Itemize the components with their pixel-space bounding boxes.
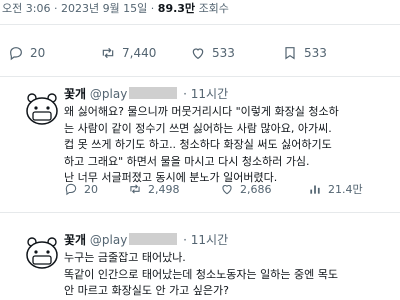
- views-icon: [310, 185, 320, 194]
- divider: [0, 76, 400, 77]
- like-icon: [222, 185, 232, 195]
- retweet-icon: [102, 47, 114, 59]
- bookmark-icon: [285, 47, 295, 60]
- reply-text: 왜 싫어해요? 물으니까 머뭇거리시다 "이렇게 화장실 청소하 는 사람이 같…: [64, 105, 339, 184]
- retweet-icon: [130, 184, 140, 194]
- divider: [0, 24, 400, 25]
- reply-button[interactable]: 20: [64, 176, 98, 202]
- handle[interactable]: @play: [90, 233, 127, 247]
- reply-count: 20: [84, 182, 98, 196]
- avatar-icon[interactable]: [22, 88, 62, 128]
- retweet-count: 7,440: [122, 46, 157, 60]
- like-button[interactable]: 533: [190, 40, 235, 66]
- handle[interactable]: @play: [90, 87, 127, 101]
- display-name[interactable]: 꽃개: [64, 233, 86, 247]
- reply-button[interactable]: 20: [8, 40, 45, 66]
- like-button[interactable]: 2,686: [220, 176, 272, 202]
- views-label: 조회수: [198, 2, 229, 15]
- reply-icon: [10, 47, 22, 61]
- main-action-bar: 20 7,440 533 533: [0, 40, 400, 66]
- tweet-meta: 오전 3:06 · 2023년 9월 15일 · 89.3만 조회수: [2, 2, 229, 15]
- retweet-button[interactable]: 7,440: [100, 40, 156, 66]
- views-button[interactable]: 21.4만: [308, 176, 363, 202]
- retweet-count: 2,498: [148, 182, 180, 196]
- redacted-handle: [129, 233, 178, 245]
- reply-time[interactable]: · 11시간: [183, 87, 228, 101]
- reply-text: 누구는 금줄잡고 태어났나. 똑같이 인간으로 태어났는데 청소노동자는 일하는…: [64, 251, 338, 297]
- reply-header: 꽃개 @play · 11시간: [64, 86, 228, 102]
- reply-action-bar: 20 2,498 2,686 21.4만: [0, 176, 400, 202]
- view-count: 21.4만: [328, 183, 363, 196]
- retweet-button[interactable]: 2,498: [128, 176, 180, 202]
- like-count: 533: [212, 46, 235, 60]
- reply-count: 20: [30, 46, 46, 60]
- reply-header: 꽃개 @play · 11시간: [64, 232, 228, 248]
- divider: [0, 212, 400, 213]
- reply-time[interactable]: · 11시간: [183, 233, 228, 247]
- views-count: 89.3만: [157, 2, 196, 15]
- display-name[interactable]: 꽃개: [64, 87, 86, 101]
- reply-icon: [65, 183, 77, 196]
- avatar-icon[interactable]: [22, 232, 62, 272]
- like-icon: [192, 48, 204, 60]
- redacted-handle: [129, 87, 178, 99]
- bookmark-count: 533: [304, 46, 327, 60]
- tweet-time: 오전 3:06: [2, 2, 51, 15]
- tweet-date[interactable]: 2023년 9월 15일: [61, 2, 147, 15]
- bookmark-button[interactable]: 533: [282, 40, 327, 66]
- like-count: 2,686: [240, 182, 272, 196]
